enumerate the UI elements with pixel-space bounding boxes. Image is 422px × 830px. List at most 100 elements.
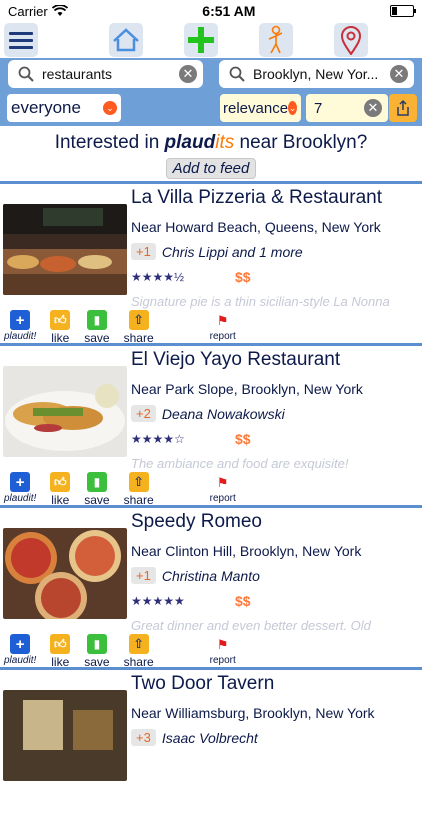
save-button[interactable]: ▮ save [84, 310, 110, 345]
share-button[interactable]: ⇧ share [124, 634, 154, 669]
carrier-label: Carrier [8, 3, 48, 19]
add-button[interactable] [184, 23, 218, 57]
search-icon [229, 66, 245, 82]
restaurant-name[interactable]: El Viejo Yayo Restaurant [131, 349, 340, 371]
price-level: $$ [235, 269, 251, 285]
flag-icon: ⚑ [216, 313, 229, 328]
days-value: 7 [314, 99, 323, 117]
search-icon [18, 66, 34, 82]
plaudit-label: plaudit! [4, 655, 37, 666]
location-text: Brooklyn, New Yor... [253, 66, 379, 82]
card-actions: + plaudit! 👍︎ like ▮ save ⇧ share ⚑ report [4, 472, 250, 507]
review-snippet: The ambiance and food are exquisite! [131, 456, 349, 471]
restaurant-card[interactable]: El Viejo Yayo Restaurant Near Park Slope,… [0, 343, 422, 507]
location-field[interactable]: Brooklyn, New Yor... ✕ [219, 60, 414, 88]
plaudit-label: plaudit! [4, 331, 37, 342]
restaurant-location: Near Howard Beach, Queens, New York [131, 219, 381, 235]
plaud-count: +1 [131, 243, 156, 260]
share-button[interactable]: ⇧ share [124, 310, 154, 345]
bookmark-icon: ▮ [86, 634, 107, 654]
report-label: report [209, 655, 236, 666]
sort-dropdown[interactable]: relevance ⌄ [220, 94, 301, 122]
flag-icon: ⚑ [216, 475, 229, 490]
restaurant-photo[interactable] [3, 528, 127, 619]
star-rating: ★★★★½ [131, 270, 185, 284]
like-button[interactable]: 👍︎ like [50, 634, 71, 669]
report-button[interactable]: ⚑ report [210, 472, 236, 504]
profile-button[interactable] [259, 23, 293, 57]
star-rating: ★★★★★ [131, 594, 185, 608]
chevron-down-icon: ⌄ [103, 101, 117, 115]
restaurant-name[interactable]: Speedy Romeo [131, 511, 262, 533]
review-snippet: Great dinner and even better dessert. Ol… [131, 618, 371, 633]
menu-button[interactable] [4, 23, 38, 57]
share-button[interactable]: ⇧ share [124, 472, 154, 507]
rating-row: ★★★★½ $$ [131, 269, 331, 285]
restaurant-name[interactable]: Two Door Tavern [131, 673, 274, 695]
banner-prefix: Interested in [54, 132, 165, 153]
restaurant-card[interactable]: La Villa Pizzeria & Restaurant Near Howar… [0, 181, 422, 345]
like-button[interactable]: 👍︎ like [50, 472, 71, 507]
interest-banner: Interested in plaudits near Brooklyn? [0, 126, 422, 156]
days-field[interactable]: 7 ✕ [306, 94, 388, 122]
plaudit-button[interactable]: + plaudit! [4, 634, 36, 666]
brand-name-a: plaud [164, 132, 216, 153]
bookmark-icon: ▮ [86, 310, 107, 330]
plauders[interactable]: Chris Lippi and 1 more [162, 244, 303, 260]
plus-icon: + [10, 634, 31, 654]
report-label: report [209, 493, 236, 504]
home-icon [113, 28, 139, 52]
search-panel: restaurants ✕ Brooklyn, New Yor... ✕ eve… [0, 58, 422, 126]
plaud-row: +1 Christina Manto [131, 567, 260, 584]
flag-icon: ⚑ [216, 637, 229, 652]
save-button[interactable]: ▮ save [84, 634, 110, 669]
bookmark-icon: ▮ [86, 472, 107, 492]
home-button[interactable] [109, 23, 143, 57]
battery-icon [390, 5, 416, 17]
query-text: restaurants [42, 66, 113, 82]
restaurant-photo[interactable] [3, 690, 127, 781]
brand-name-b: its [215, 132, 235, 153]
restaurant-location: Near Clinton Hill, Brooklyn, New York [131, 543, 362, 559]
plauders[interactable]: Christina Manto [162, 568, 260, 584]
rating-row: ★★★★☆ $$ [131, 431, 331, 447]
plaudit-label: plaudit! [4, 493, 37, 504]
status-bar: Carrier 6:51 AM [0, 0, 422, 22]
review-snippet: Signature pie is a thin sicilian-style L… [131, 294, 390, 309]
plus-icon: + [10, 472, 31, 492]
plaudit-button[interactable]: + plaudit! [4, 310, 36, 342]
clear-location-icon[interactable]: ✕ [390, 65, 408, 83]
star-rating: ★★★★☆ [131, 432, 185, 446]
share-icon: ⇧ [128, 634, 149, 654]
add-to-feed-button[interactable]: Add to feed [165, 158, 257, 179]
card-actions: + plaudit! 👍︎ like ▮ save ⇧ share ⚑ report [4, 634, 250, 669]
restaurant-location: Near Williamsburg, Brooklyn, New York [131, 705, 375, 721]
top-toolbar [0, 22, 422, 58]
restaurant-photo[interactable] [3, 204, 127, 295]
report-button[interactable]: ⚑ report [210, 634, 236, 666]
restaurant-card[interactable]: Two Door Tavern Near Williamsburg, Brookl… [0, 667, 422, 830]
restaurant-photo[interactable] [3, 366, 127, 457]
chevron-down-icon: ⌄ [288, 101, 297, 115]
share-icon: ⇧ [128, 472, 149, 492]
plaudit-button[interactable]: + plaudit! [4, 472, 36, 504]
clock: 6:51 AM [202, 3, 256, 19]
restaurant-card[interactable]: Speedy Romeo Near Clinton Hill, Brooklyn,… [0, 505, 422, 669]
report-button[interactable]: ⚑ report [210, 310, 236, 342]
card-actions: + plaudit! 👍︎ like ▮ save ⇧ share ⚑ report [4, 310, 250, 345]
plaud-row: +3 Isaac Volbrecht [131, 729, 258, 746]
clear-query-icon[interactable]: ✕ [179, 65, 197, 83]
like-button[interactable]: 👍︎ like [50, 310, 71, 345]
thumbs-up-icon: 👍︎ [50, 310, 71, 330]
location-button[interactable] [334, 23, 368, 57]
clear-days-icon[interactable]: ✕ [364, 99, 382, 117]
save-button[interactable]: ▮ save [84, 472, 110, 507]
plauders[interactable]: Deana Nowakowski [162, 406, 285, 422]
plaud-count: +1 [131, 567, 156, 584]
thumbs-up-icon: 👍︎ [50, 472, 71, 492]
query-field[interactable]: restaurants ✕ [8, 60, 203, 88]
share-results-button[interactable] [389, 94, 417, 122]
plauders[interactable]: Isaac Volbrecht [162, 730, 258, 746]
restaurant-name[interactable]: La Villa Pizzeria & Restaurant [131, 187, 382, 209]
audience-dropdown[interactable]: everyone ⌄ [7, 94, 121, 122]
